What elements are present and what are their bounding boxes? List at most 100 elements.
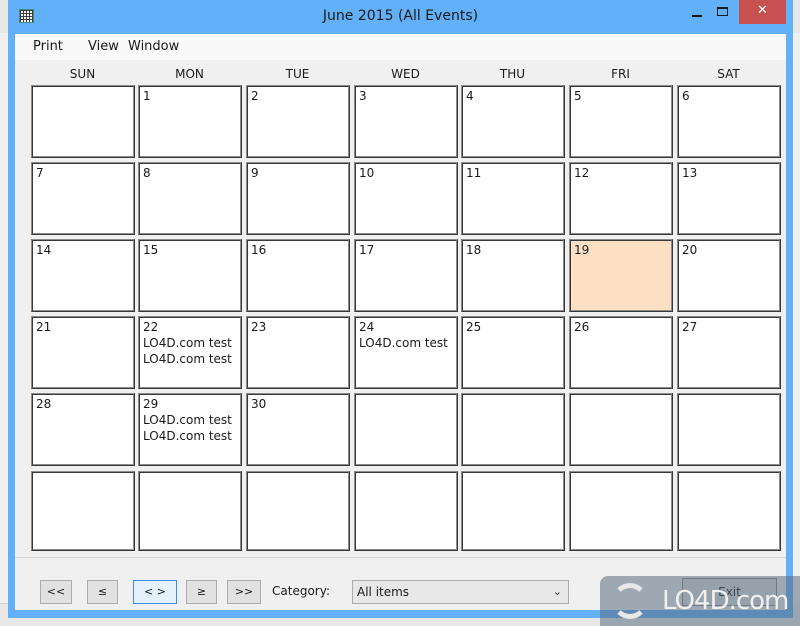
category-select[interactable]: All items ⌄ bbox=[352, 580, 569, 604]
day-cell-empty[interactable] bbox=[461, 471, 565, 551]
day-cell-empty[interactable] bbox=[354, 471, 458, 551]
day-cell-4[interactable]: 4 bbox=[461, 85, 565, 158]
next-button[interactable]: ≥ bbox=[186, 580, 217, 604]
window-title: June 2015 (All Events) bbox=[322, 8, 479, 24]
day-number: 2 bbox=[251, 89, 259, 103]
day-cell-7[interactable]: 7 bbox=[31, 162, 135, 235]
day-number: 16 bbox=[251, 243, 267, 257]
day-number: 15 bbox=[143, 243, 159, 257]
day-cell-2[interactable]: 2 bbox=[246, 85, 350, 158]
day-number: 17 bbox=[359, 243, 375, 257]
day-cell-20[interactable]: 20 bbox=[677, 239, 781, 312]
event-item[interactable]: LO4D.com test bbox=[143, 428, 237, 444]
day-header-tue: TUE bbox=[285, 67, 310, 81]
day-number: 3 bbox=[359, 89, 367, 103]
calendar-window: June 2015 (All Events) ✕ Print View Wind… bbox=[8, 0, 793, 618]
day-cell-24[interactable]: 24 LO4D.com test bbox=[354, 316, 458, 389]
footer-divider bbox=[15, 557, 786, 558]
day-cell-28[interactable]: 28 bbox=[31, 393, 135, 466]
day-number: 25 bbox=[466, 320, 482, 334]
day-cell-1[interactable]: 1 bbox=[138, 85, 242, 158]
watermark-text: LO4D.com bbox=[662, 586, 789, 616]
menu-window[interactable]: Window bbox=[128, 39, 179, 54]
chevron-down-icon: ⌄ bbox=[552, 585, 562, 598]
day-cell-empty[interactable] bbox=[138, 471, 242, 551]
day-cell-empty[interactable] bbox=[461, 393, 565, 466]
category-value: All items bbox=[357, 585, 410, 599]
day-cell-26[interactable]: 26 bbox=[569, 316, 673, 389]
day-cell-17[interactable]: 17 bbox=[354, 239, 458, 312]
day-header-mon: MON bbox=[175, 67, 204, 81]
day-number: 21 bbox=[36, 320, 52, 334]
day-number: 13 bbox=[682, 166, 698, 180]
lo4d-watermark: LO4D.com bbox=[600, 576, 800, 626]
day-cell-22[interactable]: 22 LO4D.com test LO4D.com test bbox=[138, 316, 242, 389]
event-item[interactable]: LO4D.com test bbox=[143, 335, 237, 351]
window-client-area: Print View Window SUN MON TUE WED THU FRI SAT … bbox=[15, 34, 786, 610]
day-number: 9 bbox=[251, 166, 259, 180]
day-cell-27[interactable]: 27 bbox=[677, 316, 781, 389]
day-cell-29[interactable]: 29 LO4D.com test LO4D.com test bbox=[138, 393, 242, 466]
day-cell-10[interactable]: 10 bbox=[354, 162, 458, 235]
day-cell-16[interactable]: 16 bbox=[246, 239, 350, 312]
day-cell-23[interactable]: 23 bbox=[246, 316, 350, 389]
day-cell-empty[interactable] bbox=[246, 471, 350, 551]
day-number: 6 bbox=[682, 89, 690, 103]
event-item[interactable]: LO4D.com test bbox=[359, 335, 453, 351]
day-header-wed: WED bbox=[391, 67, 420, 81]
day-number: 20 bbox=[682, 243, 698, 257]
event-item[interactable]: LO4D.com test bbox=[143, 412, 237, 428]
day-number: 19 bbox=[574, 243, 590, 257]
desktop-background-left bbox=[0, 33, 8, 604]
day-cell-30[interactable]: 30 bbox=[246, 393, 350, 466]
day-number: 14 bbox=[36, 243, 52, 257]
day-cell-15[interactable]: 15 bbox=[138, 239, 242, 312]
day-cell-14[interactable]: 14 bbox=[31, 239, 135, 312]
event-item[interactable]: LO4D.com test bbox=[143, 351, 237, 367]
day-cell-9[interactable]: 9 bbox=[246, 162, 350, 235]
day-header-thu: THU bbox=[499, 67, 526, 81]
day-header-sun: SUN bbox=[69, 67, 96, 81]
day-cell-empty[interactable] bbox=[31, 471, 135, 551]
menu-print[interactable]: Print bbox=[33, 39, 63, 54]
day-number: 27 bbox=[682, 320, 698, 334]
first-button[interactable]: << bbox=[40, 580, 72, 604]
day-number: 23 bbox=[251, 320, 267, 334]
day-number: 1 bbox=[143, 89, 151, 103]
day-cell-18[interactable]: 18 bbox=[461, 239, 565, 312]
day-cell-6[interactable]: 6 bbox=[677, 85, 781, 158]
day-cell-25[interactable]: 25 bbox=[461, 316, 565, 389]
day-number: 4 bbox=[466, 89, 474, 103]
day-number: 28 bbox=[36, 397, 52, 411]
day-cell-11[interactable]: 11 bbox=[461, 162, 565, 235]
day-number: 18 bbox=[466, 243, 482, 257]
day-number: 8 bbox=[143, 166, 151, 180]
maximize-icon bbox=[717, 7, 728, 16]
last-button[interactable]: >> bbox=[227, 580, 261, 604]
current-button[interactable]: < > bbox=[133, 580, 177, 604]
day-number: 26 bbox=[574, 320, 590, 334]
maximize-button[interactable] bbox=[710, 0, 736, 24]
menu-bar: Print View Window bbox=[15, 34, 786, 60]
title-bar[interactable]: June 2015 (All Events) ✕ bbox=[8, 0, 793, 34]
day-cell-empty[interactable] bbox=[677, 471, 781, 551]
day-number: 7 bbox=[36, 166, 44, 180]
menu-view[interactable]: View bbox=[88, 39, 119, 54]
minimize-icon bbox=[692, 15, 702, 17]
day-cell-5[interactable]: 5 bbox=[569, 85, 673, 158]
day-cell-12[interactable]: 12 bbox=[569, 162, 673, 235]
day-cell-empty[interactable] bbox=[31, 85, 135, 158]
day-number: 24 bbox=[359, 320, 375, 334]
day-cell-3[interactable]: 3 bbox=[354, 85, 458, 158]
close-button[interactable]: ✕ bbox=[739, 0, 786, 24]
day-cell-empty[interactable] bbox=[677, 393, 781, 466]
day-cell-13[interactable]: 13 bbox=[677, 162, 781, 235]
day-cell-empty[interactable] bbox=[354, 393, 458, 466]
day-cell-empty[interactable] bbox=[569, 471, 673, 551]
minimize-button[interactable] bbox=[684, 0, 710, 24]
day-cell-21[interactable]: 21 bbox=[31, 316, 135, 389]
day-cell-19[interactable]: 19 bbox=[569, 239, 673, 312]
day-cell-8[interactable]: 8 bbox=[138, 162, 242, 235]
previous-button[interactable]: ≤ bbox=[87, 580, 118, 604]
day-cell-empty[interactable] bbox=[569, 393, 673, 466]
